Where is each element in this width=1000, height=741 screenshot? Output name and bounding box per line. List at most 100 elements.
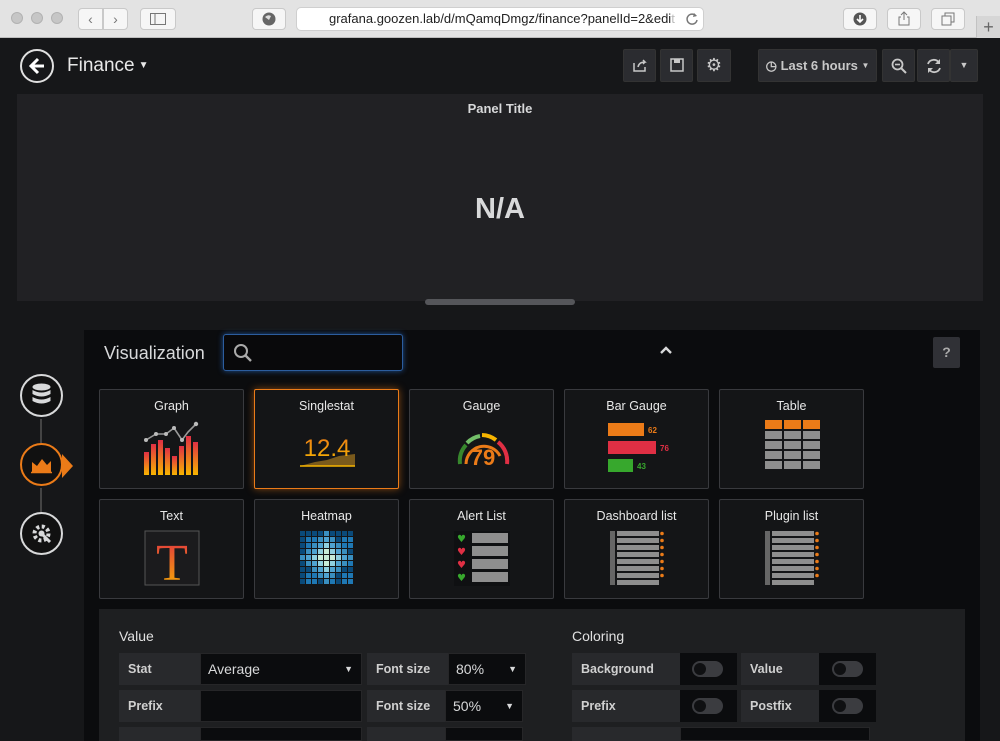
search-icon (234, 344, 252, 362)
heatmap-cell (348, 537, 353, 542)
heatmap-cell (306, 549, 311, 554)
refresh-button[interactable] (917, 49, 950, 82)
toggle-switch[interactable] (832, 661, 863, 677)
back-nav-button[interactable]: ‹ (78, 8, 103, 30)
heatmap-cell (306, 567, 311, 572)
queries-tab[interactable] (20, 374, 63, 417)
privacy-button[interactable] (252, 8, 286, 30)
heatmap-cell (336, 537, 341, 542)
coloring-prefix-label: Prefix (572, 690, 680, 722)
heatmap-cell (342, 549, 347, 554)
panel-resize-handle[interactable] (425, 299, 575, 305)
heatmap-cell (342, 561, 347, 566)
viz-card-text[interactable]: Text T (99, 499, 244, 599)
dashboard-title-picker[interactable]: Finance ▼ (67, 55, 149, 77)
heatmap-cell (306, 531, 311, 536)
postfix-color-toggle[interactable] (819, 690, 876, 722)
toggle-switch[interactable] (692, 661, 723, 677)
reload-icon[interactable] (685, 12, 699, 26)
viz-card-heatmap[interactable]: Heatmap (254, 499, 399, 599)
value-color-toggle[interactable] (819, 653, 876, 685)
options-next-row-field[interactable] (680, 727, 870, 741)
general-tab[interactable] (20, 512, 63, 555)
postfix-label: Postfix (741, 690, 819, 722)
viz-card-bar-gauge[interactable]: Bar Gauge 62 76 43 (564, 389, 709, 489)
heatmap-cell (330, 567, 335, 572)
save-dashboard-button[interactable] (660, 49, 693, 82)
font-size-select[interactable]: 80% ▼ (448, 653, 526, 685)
share-icon (898, 11, 910, 26)
bar-gauge-thumb-value-3: 43 (637, 462, 646, 471)
heatmap-cell (306, 561, 311, 566)
stat-select-value: Average (208, 661, 260, 677)
heatmap-cell (348, 567, 353, 572)
tabs-overview-button[interactable] (931, 8, 965, 30)
viz-card-plugin-list[interactable]: Plugin list (719, 499, 864, 599)
toggle-switch[interactable] (692, 698, 723, 714)
caret-down-icon: ▼ (959, 60, 969, 70)
viz-card-table[interactable]: Table (719, 389, 864, 489)
close-window-button[interactable] (11, 12, 23, 24)
prefix-font-size-select[interactable]: 50% ▼ (445, 690, 523, 722)
background-label: Background (572, 653, 680, 685)
sidebar-toggle-button[interactable] (140, 8, 176, 30)
viz-card-singlestat[interactable]: Singlestat 12.4 (254, 389, 399, 489)
viz-card-dashboard-list[interactable]: Dashboard list (564, 499, 709, 599)
text-thumb-letter: T (156, 535, 188, 592)
heatmap-cell (342, 567, 347, 572)
viz-card-graph[interactable]: Graph (99, 389, 244, 489)
panel-title[interactable]: Panel Title (17, 101, 983, 116)
gauge-icon: 79 (457, 433, 510, 470)
heatmap-cell (336, 573, 341, 578)
toggle-switch[interactable] (832, 698, 863, 714)
viz-card-gauge[interactable]: Gauge 79 (409, 389, 554, 489)
database-icon (32, 383, 51, 404)
heatmap-cell (330, 573, 335, 578)
singlestat-thumb-value: 12.4 (304, 435, 351, 462)
heatmap-cell (348, 549, 353, 554)
visualization-tab[interactable] (20, 443, 63, 486)
forward-nav-button[interactable]: › (103, 8, 128, 30)
heatmap-cell (324, 573, 329, 578)
zoom-window-button[interactable] (51, 12, 63, 24)
prefix-color-toggle[interactable] (680, 690, 737, 722)
prefix-input[interactable] (200, 690, 362, 722)
zoom-out-icon (891, 58, 907, 74)
share-button[interactable] (887, 8, 921, 30)
zoom-out-button[interactable] (882, 49, 915, 82)
heatmap-cell (324, 537, 329, 542)
heatmap-cell (312, 549, 317, 554)
viz-card-alert-list[interactable]: Alert List ♥ ♥ ♥ ♥ (409, 499, 554, 599)
graph-icon (144, 421, 199, 475)
heatmap-cell (312, 537, 317, 542)
heatmap-cell (342, 579, 347, 584)
time-picker-button[interactable]: ◷ Last 6 hours ▼ (758, 49, 877, 82)
background-toggle[interactable] (680, 653, 737, 685)
active-tab-pointer (62, 454, 73, 478)
heatmap-cell (348, 561, 353, 566)
collapse-chevron-button[interactable] (659, 342, 673, 360)
visualization-search-input[interactable] (223, 334, 403, 371)
share-dashboard-button[interactable] (623, 49, 656, 82)
bar-gauge-thumb-value-2: 76 (660, 444, 669, 453)
heatmap-cell (306, 579, 311, 584)
minimize-window-button[interactable] (31, 12, 43, 24)
options-next-row-field[interactable] (200, 727, 362, 741)
heatmap-cell (348, 579, 353, 584)
options-next-row-label (572, 727, 680, 741)
heatmap-cell (324, 549, 329, 554)
dashboard-settings-button[interactable]: ⚙ (697, 49, 731, 82)
stat-select[interactable]: Average ▼ (200, 653, 362, 685)
new-tab-button[interactable]: + (976, 16, 1000, 38)
refresh-interval-dropdown[interactable]: ▼ (950, 49, 978, 82)
help-button[interactable]: ? (933, 337, 960, 368)
address-bar[interactable]: grafana.goozen.lab/d/mQamqDmgz/finance?p… (296, 7, 704, 31)
gauge-thumb-value: 79 (471, 445, 495, 470)
downloads-button[interactable] (843, 8, 877, 30)
back-button[interactable] (20, 49, 54, 83)
heatmap-cell (348, 543, 353, 548)
options-next-row-field[interactable] (445, 727, 523, 741)
heatmap-cell (324, 543, 329, 548)
heatmap-cell (330, 537, 335, 542)
table-icon (765, 420, 820, 469)
